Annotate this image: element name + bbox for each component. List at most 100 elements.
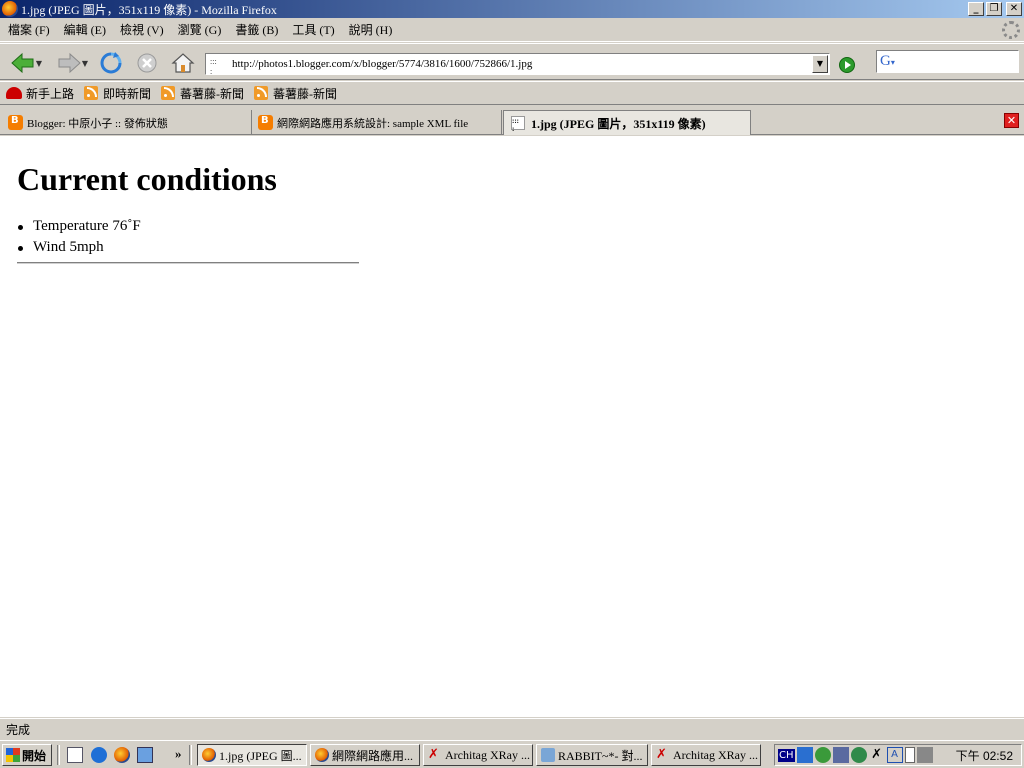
throbber-icon [1002,21,1020,39]
divider [17,262,359,264]
start-button[interactable]: 開始 [2,744,52,766]
forward-arrow-icon [58,52,81,74]
start-label: 開始 [22,748,47,763]
taskbar-button-xray-2[interactable]: ✗ Architag XRay ... [651,744,761,766]
back-button[interactable]: ▼ [4,50,48,76]
page-favicon-icon: :::: [210,57,217,76]
back-arrow-icon [11,52,34,74]
tab-label: Blogger: 中原小子 :: 發佈狀態 [27,117,168,130]
menu-file[interactable]: 檔案 (F) [8,21,50,38]
google-search-engine-icon[interactable]: G▾ [880,53,895,70]
forward-dropdown-icon[interactable]: ▼ [82,59,88,68]
document-tray-icon[interactable] [904,747,915,763]
bookmark-yam-news-1[interactable]: 蕃薯藤-新聞 [161,85,244,102]
menu-bar: 檔案 (F) 編輯 (E) 檢視 (V) 瀏覽 (G) 書籤 (B) 工具 (T… [0,18,1024,42]
status-bar: 完成 [0,718,1024,739]
close-window-button[interactable]: ✕ [1006,2,1022,16]
url-history-dropdown-icon[interactable]: ▼ [812,55,828,73]
title-bar[interactable]: 1.jpg (JPEG 圖片，351x119 像素) - Mozilla Fir… [0,0,1024,18]
red-hat-icon [6,87,22,99]
xray-tray-icon[interactable]: ✗ [869,747,885,763]
menu-help[interactable]: 說明 (H) [349,21,393,38]
show-desktop-icon[interactable] [67,747,83,763]
status-text: 完成 [6,722,31,737]
internet-explorer-icon[interactable] [91,747,107,763]
xray-icon: ✗ [656,747,667,762]
taskbar-button-rabbit[interactable]: RABBIT~*- 對... [536,744,648,766]
bookmark-getting-started[interactable]: 新手上路 [6,85,74,102]
taskbar-separator [189,745,192,765]
quicklaunch-overflow-button[interactable]: » [175,746,182,762]
taskbar-button-firefox-image[interactable]: 1.jpg (JPEG 圖... [197,744,307,766]
reload-icon [100,52,122,74]
tab-label: 1.jpg (JPEG 圖片，351x119 像素) [531,116,706,131]
firefox-icon [202,748,216,762]
close-tab-button[interactable]: ✕ [1004,113,1019,128]
bookmark-label: 蕃薯藤-新聞 [180,86,245,101]
menu-bookmarks[interactable]: 書籤 (B) [235,21,278,38]
firefox-launch-icon[interactable] [114,747,130,763]
rss-feed-icon [161,86,176,100]
messenger-tray-icon[interactable] [850,747,867,763]
blogger-icon [8,115,23,130]
xray-icon: ✗ [428,747,439,762]
restore-button[interactable]: ❐ [986,2,1002,16]
device-icon[interactable] [832,747,849,763]
taskbar-button-label: Architag XRay ... [445,747,530,762]
rss-feed-icon [84,86,99,100]
home-icon [171,53,195,73]
list-item: Wind 5mph [17,237,141,258]
menu-tools[interactable]: 工具 (T) [292,21,334,38]
back-dropdown-icon[interactable]: ▼ [36,59,42,68]
image-favicon-icon: :::: [511,116,525,133]
url-text[interactable]: http://photos1.blogger.com/x/blogger/577… [232,58,532,70]
navigation-toolbar: ▼ ▼ :::: http://photos1.blogger.com/x/bl… [0,43,1024,80]
tab-bar: Blogger: 中原小子 :: 發佈狀態 網際網路應用系統設計: sample… [0,106,1024,135]
outlook-express-icon[interactable] [137,747,153,763]
window-title: 1.jpg (JPEG 圖片，351x119 像素) - Mozilla Fir… [21,2,277,17]
bookmark-label: 新手上路 [26,86,75,101]
bookmark-label: 即時新聞 [103,86,152,101]
stop-button[interactable] [133,50,161,76]
menu-edit[interactable]: 編輯 (E) [64,21,106,38]
taskbar-separator [57,745,60,765]
stop-icon [137,53,157,73]
bookmark-latest-news[interactable]: 即時新聞 [84,85,151,102]
ime-indicator[interactable]: CH [778,748,795,762]
font-tray-icon[interactable]: A [886,747,903,763]
tab-sample-xml[interactable]: 網際網路應用系統設計: sample XML file [252,110,502,135]
taskbar: 開始 » 1.jpg (JPEG 圖... 網際網路應用... ✗ Archit… [0,740,1024,768]
page-heading: Current conditions [17,161,277,197]
ime-mode-icon[interactable] [796,747,813,763]
bookmarks-toolbar: 新手上路 即時新聞 蕃薯藤-新聞 蕃薯藤-新聞 [0,81,1024,105]
taskbar-button-xray-1[interactable]: ✗ Architag XRay ... [423,744,533,766]
taskbar-button-label: RABBIT~*- 對... [558,748,643,763]
blogger-icon [258,115,273,130]
network-icon[interactable] [814,747,831,763]
bookmark-label: 蕃薯藤-新聞 [273,86,338,101]
clock[interactable]: 下午 02:52 [956,747,1013,764]
firefox-icon [315,748,329,762]
menu-go[interactable]: 瀏覽 (G) [178,21,222,38]
system-tray: CH ✗ A 下午 02:52 [774,744,1022,766]
forward-button[interactable]: ▼ [50,50,94,76]
menu-view[interactable]: 檢視 (V) [120,21,164,38]
bookmark-yam-news-2[interactable]: 蕃薯藤-新聞 [254,85,337,102]
tab-image[interactable]: :::: 1.jpg (JPEG 圖片，351x119 像素) [503,110,751,135]
taskbar-button-label: 網際網路應用... [332,748,414,763]
taskbar-button-label: 1.jpg (JPEG 圖... [219,748,302,763]
search-input[interactable]: G▾ [876,50,1019,73]
volume-icon[interactable] [916,747,933,763]
list-item: Temperature 76˚F [17,216,141,237]
taskbar-button-firefox-xml[interactable]: 網際網路應用... [310,744,420,766]
reload-button[interactable] [96,50,126,76]
firefox-icon [2,1,18,17]
url-bar[interactable]: :::: http://photos1.blogger.com/x/blogge… [205,53,830,76]
minimize-button[interactable]: _ [968,2,984,16]
go-button[interactable] [839,57,855,73]
page-content: Current conditions Temperature 76˚F Wind… [0,136,1024,717]
conditions-list: Temperature 76˚F Wind 5mph [17,216,141,258]
home-button[interactable] [169,50,197,76]
windows-logo-icon [6,748,20,762]
tab-blogger[interactable]: Blogger: 中原小子 :: 發佈狀態 [2,110,252,135]
